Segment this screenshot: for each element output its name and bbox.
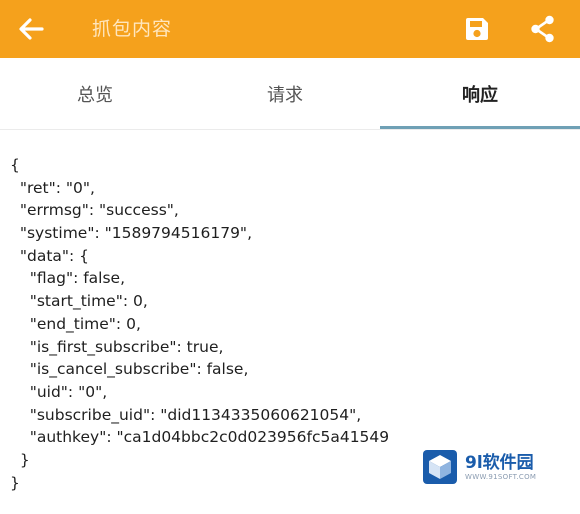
json-line: "authkey": "ca1d04bbc2c0d023956fc5a41549 bbox=[10, 428, 390, 447]
json-line: "is_first_subscribe": true, bbox=[10, 337, 224, 356]
tab-overview[interactable]: 总览 bbox=[0, 58, 190, 130]
tab-request[interactable]: 请求 bbox=[190, 58, 380, 130]
json-line: { bbox=[10, 156, 20, 174]
watermark-url: WWW.91SOFT.COM bbox=[465, 472, 537, 481]
json-line: "flag": false, bbox=[10, 269, 126, 288]
save-button[interactable] bbox=[460, 12, 494, 46]
json-line: "uid": "0", bbox=[10, 382, 108, 401]
json-line: "end_time": 0, bbox=[10, 314, 141, 333]
json-line: "data": { bbox=[10, 246, 90, 265]
json-line: "errmsg": "success", bbox=[10, 201, 179, 220]
watermark-name: 9l软件园 bbox=[465, 452, 534, 473]
app-screen: 抓包内容 总览 请求 响应 { "ret": "0", "errmsg": "s… bbox=[0, 0, 580, 514]
arrow-left-icon bbox=[19, 18, 44, 40]
toolbar-title: 抓包内容 bbox=[92, 18, 173, 40]
tab-bar: 总览 请求 响应 bbox=[0, 58, 580, 130]
save-icon bbox=[466, 18, 488, 40]
json-line: "systime": "1589794516179", bbox=[10, 224, 252, 243]
json-line: "start_time": 0, bbox=[10, 292, 148, 311]
toolbar: 抓包内容 bbox=[0, 0, 580, 58]
response-json-body: { "ret": "0", "errmsg": "success", "syst… bbox=[10, 154, 570, 494]
json-line: "ret": "0", bbox=[10, 178, 95, 197]
json-line: "is_cancel_subscribe": false, bbox=[10, 360, 249, 379]
share-icon bbox=[531, 15, 554, 43]
tab-divider bbox=[0, 129, 580, 130]
watermark: 9l软件园 WWW.91SOFT.COM bbox=[421, 447, 571, 487]
share-button[interactable] bbox=[526, 12, 560, 46]
json-line: "subscribe_uid": "did1134335060621054", bbox=[10, 405, 362, 424]
watermark-logo-icon bbox=[423, 450, 457, 484]
back-button[interactable] bbox=[14, 12, 48, 46]
tab-response[interactable]: 响应 bbox=[380, 58, 580, 130]
